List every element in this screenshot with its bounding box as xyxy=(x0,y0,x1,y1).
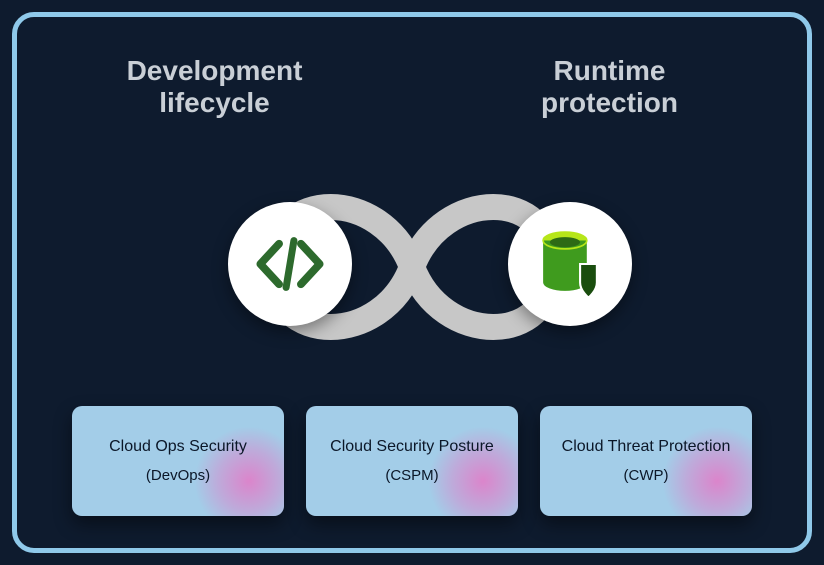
code-icon xyxy=(251,225,329,303)
heading-left-line1: Development xyxy=(127,55,303,86)
heading-right-line1: Runtime xyxy=(554,55,666,86)
card-title: Cloud Ops Security xyxy=(109,438,247,456)
card-sub: (DevOps) xyxy=(146,467,210,484)
infinity-loop xyxy=(17,132,807,402)
card-cloud-threat-protection: Cloud Threat Protection (CWP) xyxy=(540,406,752,516)
lifecycle-node-development xyxy=(228,202,352,326)
cards-row: Cloud Ops Security (DevOps) Cloud Securi… xyxy=(72,406,752,516)
card-sub: (CSPM) xyxy=(385,467,438,484)
card-sub: (CWP) xyxy=(624,467,669,484)
heading-left-line2: lifecycle xyxy=(159,87,270,118)
database-shield-icon xyxy=(528,222,612,306)
card-cloud-security-posture: Cloud Security Posture (CSPM) xyxy=(306,406,518,516)
headings-row: Development lifecycle Runtime protection xyxy=(17,55,807,119)
heading-right-line2: protection xyxy=(541,87,678,118)
diagram-frame: Development lifecycle Runtime protection xyxy=(12,12,812,553)
card-title: Cloud Security Posture xyxy=(330,438,494,456)
heading-runtime-protection: Runtime protection xyxy=(412,55,807,119)
card-cloud-ops-security: Cloud Ops Security (DevOps) xyxy=(72,406,284,516)
heading-development-lifecycle: Development lifecycle xyxy=(17,55,412,119)
card-title: Cloud Threat Protection xyxy=(562,438,731,456)
lifecycle-node-runtime xyxy=(508,202,632,326)
